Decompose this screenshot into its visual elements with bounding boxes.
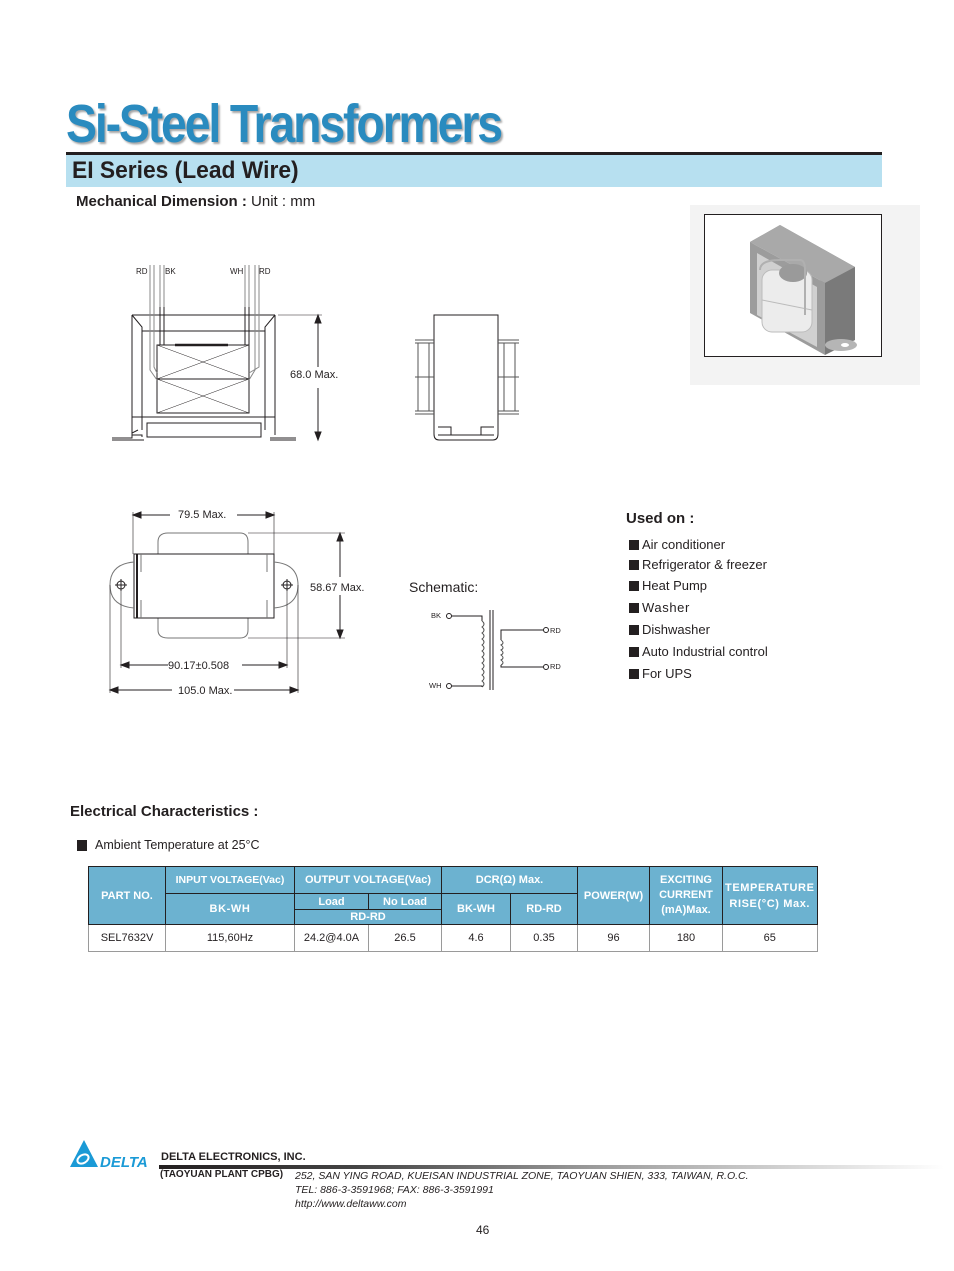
schematic-diagram: BK WH RD RD <box>429 610 561 690</box>
used-on-item: Washer <box>629 600 690 615</box>
header-part-no: PART NO. <box>88 866 166 925</box>
square-bullet-icon <box>629 559 639 570</box>
footer-website[interactable]: http://www.deltaww.com <box>295 1198 406 1210</box>
square-bullet-icon <box>629 646 639 657</box>
cell-dcr-bkwh: 4.6 <box>441 924 511 952</box>
ambient-note-text: Ambient Temperature at 25°C <box>95 838 260 852</box>
lead-label-wh: WH <box>230 267 244 276</box>
footer-company: DELTA ELECTRONICS, INC. <box>161 1151 306 1163</box>
header-input-bkwh: BK-WH <box>165 893 295 925</box>
footer-phone: TEL: 886-3-3591968; FAX: 886-3-3591991 <box>295 1184 494 1196</box>
delta-logo: DELTA <box>70 1140 148 1170</box>
header-exciting-current: EXCITING CURRENT (mA)Max. <box>649 866 723 925</box>
unit-label: Unit : mm <box>251 193 316 210</box>
cell-temp-rise: 65 <box>722 924 818 952</box>
used-on-heading: Used on : <box>626 510 695 527</box>
mechanical-dimension-heading: Mechanical Dimension : <box>76 193 252 210</box>
schematic-label: Schematic: <box>409 579 479 595</box>
electrical-spec-table: PART NO. INPUT VOLTAGE(Vac) OUTPUT VOLTA… <box>88 866 818 952</box>
used-on-item-label: Refrigerator & freezer <box>642 557 767 572</box>
used-on-item-label: Dishwasher <box>642 622 710 637</box>
footer-address: 252, SAN YING ROAD, KUEISAN INDUSTRIAL Z… <box>295 1170 749 1182</box>
side-view-drawing: RD BK WH RD 68.0 Max. <box>112 265 338 442</box>
header-dcr-bkwh: BK-WH <box>441 893 511 925</box>
lead-label-rd-right: RD <box>259 267 271 276</box>
schematic-rd-top-label: RD <box>550 626 561 635</box>
depth-dimension-label: 58.67 Max. <box>310 582 364 594</box>
end-view-drawing <box>415 314 519 441</box>
ambient-note: Ambient Temperature at 25°C <box>77 838 260 852</box>
hole-spacing-label: 90.17±0.508 <box>168 660 229 672</box>
header-output-no-load: No Load <box>368 893 442 910</box>
header-input-voltage: INPUT VOLTAGE(Vac) <box>165 866 295 894</box>
overall-length-label: 105.0 Max. <box>178 685 232 697</box>
cell-power: 96 <box>577 924 650 952</box>
schematic-bk-label: BK <box>431 611 441 620</box>
square-bullet-icon <box>629 602 639 613</box>
header-output-voltage: OUTPUT VOLTAGE(Vac) <box>294 866 442 894</box>
square-bullet-icon <box>77 839 87 851</box>
square-bullet-icon <box>629 580 639 591</box>
table-row: SEL7632V 115,60Hz 24.2@4.0A 26.5 4.6 0.3… <box>88 924 818 952</box>
used-on-item-label: Heat Pump <box>642 578 708 593</box>
used-on-item: For UPS <box>629 666 692 681</box>
cell-output-no-load: 26.5 <box>368 924 442 952</box>
square-bullet-icon <box>629 539 639 550</box>
mechanical-dimension-label: Mechanical Dimension : Unit : mm <box>76 193 315 210</box>
series-title: EI Series (Lead Wire) <box>72 157 299 184</box>
transformer-render <box>750 225 857 355</box>
schematic-wh-label: WH <box>429 681 442 690</box>
header-exciting-line2: CURRENT <box>659 889 713 901</box>
width-dimension-label: 79.5 Max. <box>178 509 226 521</box>
header-temp-line1: TEMPERATURE <box>725 881 815 894</box>
cell-exciting-current: 180 <box>649 924 723 952</box>
page-title: Si-Steel Transformers <box>66 94 503 154</box>
header-temperature-rise: TEMPERATURE RISE(°C) Max. <box>722 866 818 925</box>
header-temp-line2: RISE(°C) Max. <box>729 897 811 910</box>
height-dimension-label: 68.0 Max. <box>290 369 338 381</box>
used-on-item: Dishwasher <box>629 622 710 637</box>
used-on-item-label: Air conditioner <box>642 537 726 552</box>
schematic-rd-bottom-label: RD <box>550 662 561 671</box>
used-on-item-label: Auto Industrial control <box>642 644 768 659</box>
used-on-item-label: For UPS <box>642 666 692 681</box>
used-on-item: Refrigerator & freezer <box>629 557 767 572</box>
cell-part-no: SEL7632V <box>88 924 166 952</box>
header-output-load: Load <box>294 893 369 910</box>
cell-dcr-rdrd: 0.35 <box>510 924 578 952</box>
square-bullet-icon <box>629 624 639 635</box>
lead-label-rd-left: RD <box>136 267 148 276</box>
header-exciting-line3: (mA)Max. <box>661 904 711 916</box>
header-dcr-rdrd: RD-RD <box>510 893 578 925</box>
cell-output-load: 24.2@4.0A <box>294 924 369 952</box>
bottom-view-drawing: 79.5 Max. 58.67 Max. 90.17±0.508 105.0 M… <box>108 509 364 697</box>
header-dcr: DCR(Ω) Max. <box>441 866 578 894</box>
footer-plant: (TAOYUAN PLANT CPBG) <box>160 1169 284 1180</box>
cell-input: 115,60Hz <box>165 924 295 952</box>
header-output-rdrd: RD-RD <box>294 909 442 925</box>
delta-logo-text: DELTA <box>100 1154 148 1170</box>
product-image <box>704 214 882 357</box>
used-on-item: Auto Industrial control <box>629 644 768 659</box>
header-power: POWER(W) <box>577 866 650 925</box>
square-bullet-icon <box>629 668 639 679</box>
used-on-item: Air conditioner <box>629 537 725 552</box>
header-exciting-line1: EXCITING <box>660 874 712 886</box>
used-on-item-label: Washer <box>642 600 690 615</box>
page-number: 46 <box>476 1223 490 1237</box>
electrical-characteristics-heading: Electrical Characteristics : <box>70 803 259 820</box>
lead-label-bk: BK <box>165 267 176 276</box>
used-on-item: Heat Pump <box>629 578 707 593</box>
